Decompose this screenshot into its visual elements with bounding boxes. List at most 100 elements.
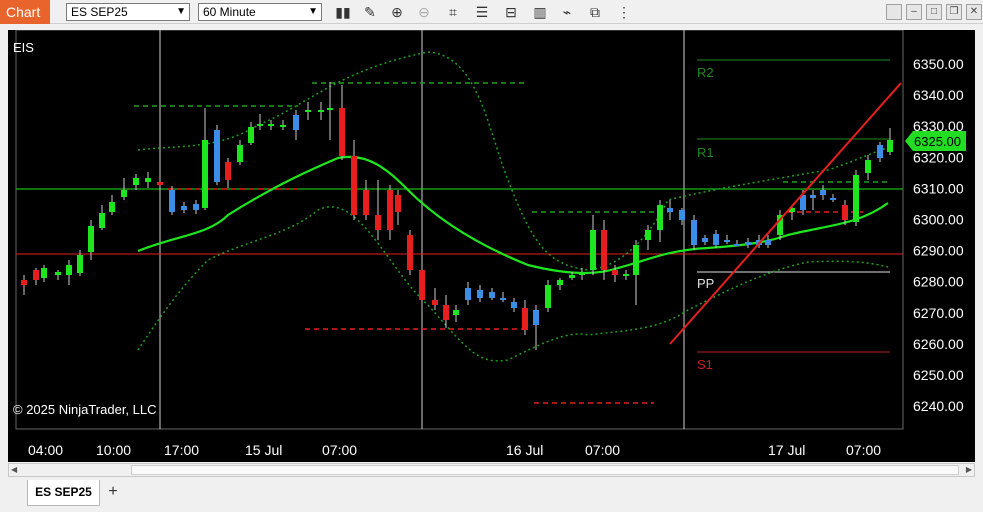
candle-body (351, 156, 357, 215)
candle-body (225, 162, 231, 180)
price-axis[interactable]: 6350.006340.006330.006320.006310.006300.… (913, 56, 964, 414)
time-tick-label: 07:00 (322, 442, 357, 458)
interval-value: 60 Minute (203, 5, 256, 19)
candlestick-series (21, 82, 893, 350)
pivot-r1-label: R1 (697, 145, 714, 160)
price-tick-label: 6240.00 (913, 398, 964, 414)
candle-body (853, 175, 859, 222)
strategies-icon[interactable]: ⊟ (501, 2, 521, 22)
time-axis[interactable]: 04:00 10:00 17:00 15 Jul 07:00 16 Jul 07:00 17 … (28, 442, 881, 458)
candle-body (55, 272, 61, 275)
scrollbar-thumb[interactable] (131, 465, 959, 475)
candle-body (645, 230, 651, 240)
time-tick-label: 15 Jul (245, 442, 282, 458)
candle-body (443, 305, 449, 320)
candle-body (830, 198, 836, 200)
candle-body (820, 190, 826, 195)
tab-es-sep25[interactable]: ES SEP25 (27, 480, 100, 506)
candle-body (724, 240, 730, 242)
bars-icon[interactable]: ▮▮ (333, 2, 353, 22)
candle-body (66, 265, 72, 275)
candle-body (667, 208, 673, 212)
candle-body (691, 220, 697, 245)
interval-selector[interactable]: 60 Minute ▼ (198, 3, 322, 21)
candle-body (21, 280, 27, 285)
maximize-icon[interactable]: □ (926, 4, 942, 20)
add-tab-button[interactable]: + (103, 483, 123, 501)
current-price-label: 6325.00 (914, 134, 961, 149)
pencil-icon[interactable]: ✎ (360, 2, 380, 22)
candle-body (395, 195, 401, 212)
candle-body (500, 298, 506, 300)
data-box-icon[interactable]: ▥ (530, 2, 550, 22)
price-tick-label: 6310.00 (913, 180, 964, 196)
candle-body (248, 127, 254, 143)
candle-body (734, 244, 740, 246)
instrument-value: ES SEP25 (71, 5, 128, 19)
close-icon[interactable]: ✕ (966, 4, 982, 20)
candle-body (41, 268, 47, 278)
candle-body (363, 190, 369, 215)
zoom-in-icon[interactable]: ⊕ (387, 2, 407, 22)
candle-body (810, 195, 816, 198)
chart-canvas[interactable]: R2 R1 PP S1 EIS © 2025 NinjaTrader, LLC … (8, 29, 975, 462)
candle-body (887, 140, 893, 152)
candle-body (280, 125, 286, 127)
candle-body (202, 140, 208, 208)
candle-body (533, 310, 539, 325)
trend-line[interactable] (669, 82, 902, 345)
chevron-down-icon: ▼ (176, 6, 186, 17)
time-tick-label: 17 Jul (768, 442, 805, 458)
bottom-tab-bar: ES SEP25 + (0, 478, 983, 512)
candle-body (657, 205, 663, 230)
candle-body (633, 245, 639, 275)
candle-body (511, 302, 517, 308)
properties-icon[interactable]: ☰ (472, 2, 492, 22)
chart-window-tab[interactable]: Chart (0, 0, 50, 24)
candle-body (237, 145, 243, 162)
candle-body (579, 272, 585, 275)
more-icon[interactable]: ⋮ (614, 2, 634, 22)
candle-body (432, 300, 438, 305)
chart-toolbar: Chart ES SEP25 ▼ 60 Minute ▼ ▮▮ ✎ ⊕ ⊖ ⌗ … (0, 0, 983, 24)
time-tick-label: 04:00 (28, 442, 63, 458)
candle-body (33, 270, 39, 280)
crosshair-icon[interactable]: ⌗ (443, 2, 463, 22)
scroll-right-icon[interactable]: ▶ (966, 464, 972, 476)
candle-body (339, 108, 345, 156)
candle-body (545, 285, 551, 308)
candle-body (257, 124, 263, 126)
candle-body (477, 290, 483, 298)
screenshot-icon[interactable]: ⧉ (585, 2, 605, 22)
bollinger-lower-band (137, 206, 889, 362)
candle-body (109, 202, 115, 212)
candle-body (465, 288, 471, 300)
candle-body (181, 206, 187, 210)
price-chart[interactable]: R2 R1 PP S1 EIS © 2025 NinjaTrader, LLC … (8, 29, 975, 462)
time-tick-label: 07:00 (846, 442, 881, 458)
candle-body (590, 230, 596, 270)
candle-body (375, 215, 381, 230)
chart-trader-icon[interactable]: ⌁ (557, 2, 577, 22)
candle-body (713, 234, 719, 245)
price-tick-label: 6340.00 (913, 87, 964, 103)
window-icon[interactable] (886, 4, 902, 20)
candle-body (453, 310, 459, 315)
candle-body (612, 270, 618, 275)
scroll-left-icon[interactable]: ◀ (11, 464, 17, 476)
candle-body (623, 274, 629, 276)
pivot-r2-label: R2 (697, 65, 714, 80)
candle-body (702, 238, 708, 242)
price-tick-label: 6350.00 (913, 56, 964, 72)
candle-body (214, 130, 220, 182)
instrument-selector[interactable]: ES SEP25 ▼ (66, 3, 190, 21)
price-tick-label: 6280.00 (913, 274, 964, 290)
candle-body (293, 115, 299, 130)
horizontal-scrollbar[interactable]: ◀ ▶ (8, 463, 975, 477)
time-tick-label: 10:00 (96, 442, 131, 458)
restore-icon[interactable]: ❐ (946, 4, 962, 20)
minimize-icon[interactable]: – (906, 4, 922, 20)
candle-body (145, 178, 151, 182)
candle-body (305, 110, 311, 112)
zoom-out-icon[interactable]: ⊖ (414, 2, 434, 22)
